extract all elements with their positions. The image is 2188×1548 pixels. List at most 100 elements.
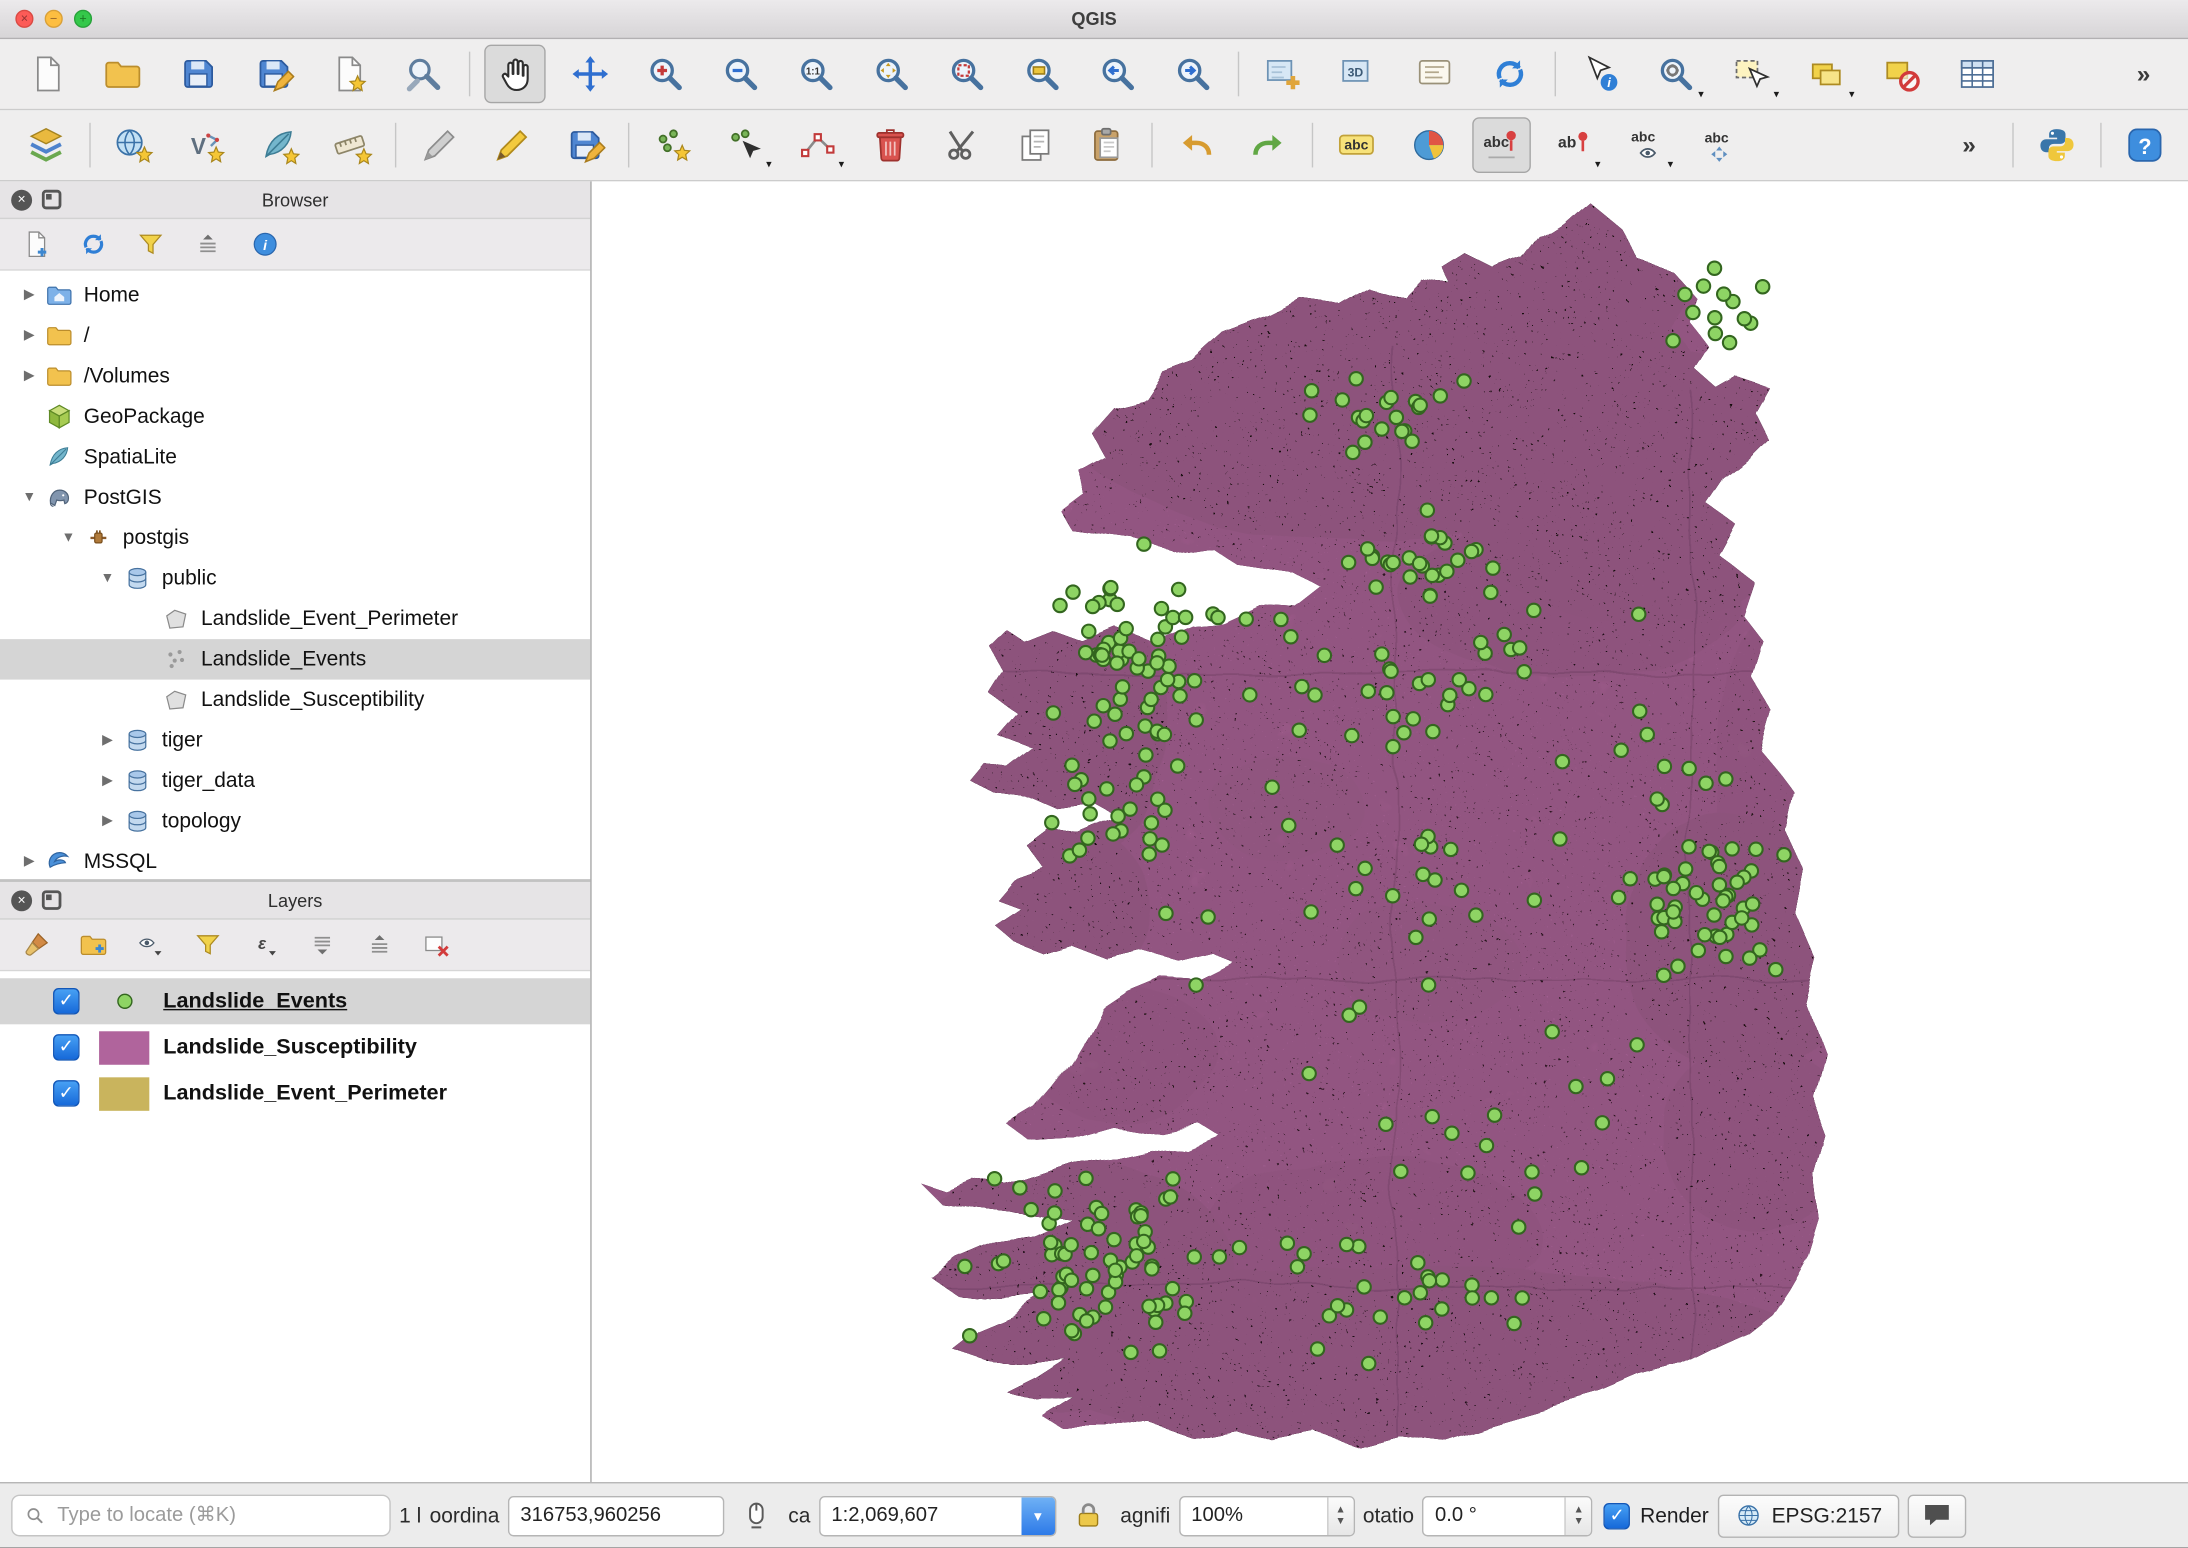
open-attribute-table[interactable] (1947, 45, 2008, 104)
highlight-pinned-labels[interactable]: abc (1472, 117, 1531, 173)
add-point-feature[interactable] (643, 117, 702, 173)
redo[interactable] (1239, 117, 1298, 173)
zoom-next[interactable] (1162, 45, 1223, 104)
open-layer-styling[interactable] (17, 925, 56, 964)
python-console[interactable] (2028, 117, 2087, 173)
zoom-full[interactable] (861, 45, 922, 104)
identify-features[interactable]: i (1570, 45, 1631, 104)
show-hide-labels[interactable]: abc▾ (1617, 117, 1676, 173)
render-checkbox[interactable]: ✓ (1604, 1502, 1631, 1529)
temporal-controller[interactable] (1404, 45, 1465, 104)
close-panel-icon[interactable]: × (11, 890, 32, 911)
show-layout-manager[interactable] (394, 45, 455, 104)
refresh-map[interactable] (1479, 45, 1540, 104)
save-project[interactable] (167, 45, 228, 104)
new-project[interactable] (17, 45, 78, 104)
browser-item-tiger-data[interactable]: ▶tiger_data (0, 761, 590, 801)
add-wms-layer[interactable] (105, 117, 164, 173)
pan-to-selection[interactable] (560, 45, 621, 104)
save-project-as[interactable] (243, 45, 304, 104)
zoom-window-button[interactable]: + (74, 10, 92, 28)
deselect-features[interactable] (1871, 45, 1932, 104)
manage-map-themes[interactable] (131, 925, 170, 964)
open-data-source-manager[interactable] (17, 117, 76, 173)
zoom-out[interactable] (710, 45, 771, 104)
pin-unpin-labels[interactable]: ab▾ (1545, 117, 1604, 173)
remove-layer[interactable] (417, 925, 456, 964)
new-print-layout[interactable] (318, 45, 379, 104)
browser-item-landslide-event-perimeter[interactable]: Landslide_Event_Perimeter (0, 599, 590, 639)
chevron-right-icon[interactable]: ▶ (14, 854, 45, 869)
chevron-down-icon[interactable]: ▼ (53, 530, 84, 545)
vertex-tool[interactable]: ▾ (788, 117, 847, 173)
browser-item-public[interactable]: ▼public (0, 558, 590, 598)
magnifier-spinbox[interactable]: ▲▼ (1179, 1495, 1355, 1535)
toolbar-extension-2[interactable]: » (1940, 117, 1999, 173)
layer-visibility-checkbox[interactable]: ✓ (53, 1080, 80, 1107)
rotation-stepper[interactable]: ▲▼ (1565, 1497, 1592, 1535)
new-map-view[interactable] (1253, 45, 1314, 104)
zoom-to-selection[interactable] (936, 45, 997, 104)
rotation-input[interactable] (1424, 1504, 1565, 1526)
toolbar-extension[interactable]: » (2113, 45, 2174, 104)
browser-item-postgis[interactable]: ▼PostGIS (0, 477, 590, 517)
add-delimited-text-layer[interactable] (322, 117, 381, 173)
add-layer-definition[interactable] (17, 225, 56, 264)
browser-item-postgis[interactable]: ▼postgis (0, 518, 590, 558)
pan-map[interactable] (484, 45, 545, 104)
render-toggle[interactable]: ✓ Render (1604, 1502, 1709, 1529)
browser-item-topology[interactable]: ▶topology (0, 801, 590, 841)
layer-visibility-checkbox[interactable]: ✓ (53, 1034, 80, 1061)
refresh-browser[interactable] (74, 225, 113, 264)
magnifier-input[interactable] (1180, 1504, 1327, 1526)
undo[interactable] (1167, 117, 1226, 173)
cut-features[interactable] (934, 117, 993, 173)
browser-properties[interactable]: i (246, 225, 285, 264)
map-canvas[interactable] (592, 181, 2188, 1482)
zoom-last[interactable] (1087, 45, 1148, 104)
chevron-right-icon[interactable]: ▶ (14, 328, 45, 343)
move-label[interactable]: abc (1690, 117, 1749, 173)
toggle-extents-button[interactable] (732, 1493, 779, 1538)
current-edits[interactable] (410, 117, 469, 173)
open-project[interactable] (92, 45, 153, 104)
filter-legend[interactable] (188, 925, 227, 964)
delete-selected[interactable] (861, 117, 920, 173)
chevron-right-icon[interactable]: ▶ (92, 733, 123, 748)
locator-search[interactable] (11, 1495, 391, 1537)
float-panel-icon[interactable] (42, 190, 62, 210)
layer-item-landslide-event-perimeter[interactable]: ✓Landslide_Event_Perimeter (0, 1070, 590, 1116)
filter-by-expression[interactable]: ε (246, 925, 285, 964)
select-features-by-value[interactable]: ▾ (1796, 45, 1857, 104)
close-panel-icon[interactable]: × (11, 189, 32, 210)
zoom-in[interactable] (635, 45, 696, 104)
rotation-spinbox[interactable]: ▲▼ (1422, 1495, 1592, 1535)
browser-item-home[interactable]: ▶Home (0, 275, 590, 315)
close-window-button[interactable]: × (15, 10, 33, 28)
expand-all[interactable] (303, 925, 342, 964)
move-feature[interactable]: ▾ (716, 117, 775, 173)
browser-item-geopackage[interactable]: GeoPackage (0, 396, 590, 436)
browser-item-spatialite[interactable]: SpatiaLite (0, 437, 590, 477)
add-vector-layer[interactable]: V (177, 117, 236, 173)
crs-button[interactable]: EPSG:2157 (1717, 1494, 1899, 1537)
browser-item-mssql[interactable]: ▶MSSQL (0, 841, 590, 879)
browser-item-tiger[interactable]: ▶tiger (0, 720, 590, 760)
zoom-native[interactable]: 1:1 (786, 45, 847, 104)
chevron-right-icon[interactable]: ▶ (92, 814, 123, 829)
magnifier-stepper[interactable]: ▲▼ (1327, 1497, 1354, 1535)
chevron-down-icon[interactable]: ▼ (14, 490, 45, 505)
layer-item-landslide-events[interactable]: ✓Landslide_Events (0, 978, 590, 1024)
messages-button[interactable] (1907, 1494, 1966, 1537)
toggle-editing[interactable] (483, 117, 542, 173)
browser-item-item[interactable]: ▶/ (0, 315, 590, 355)
coordinate-input[interactable] (508, 1495, 724, 1535)
layer-item-landslide-susceptibility[interactable]: ✓Landslide_Susceptibility (0, 1024, 590, 1070)
chevron-right-icon[interactable]: ▶ (92, 773, 123, 788)
filter-browser[interactable] (131, 225, 170, 264)
new-3d-map-view[interactable]: 3D (1329, 45, 1390, 104)
zoom-to-layer[interactable] (1012, 45, 1073, 104)
scale-combobox[interactable]: 1:2,069,607 ▾ (819, 1495, 1056, 1535)
layer-diagram-options[interactable] (1400, 117, 1459, 173)
layer-visibility-checkbox[interactable]: ✓ (53, 988, 80, 1015)
